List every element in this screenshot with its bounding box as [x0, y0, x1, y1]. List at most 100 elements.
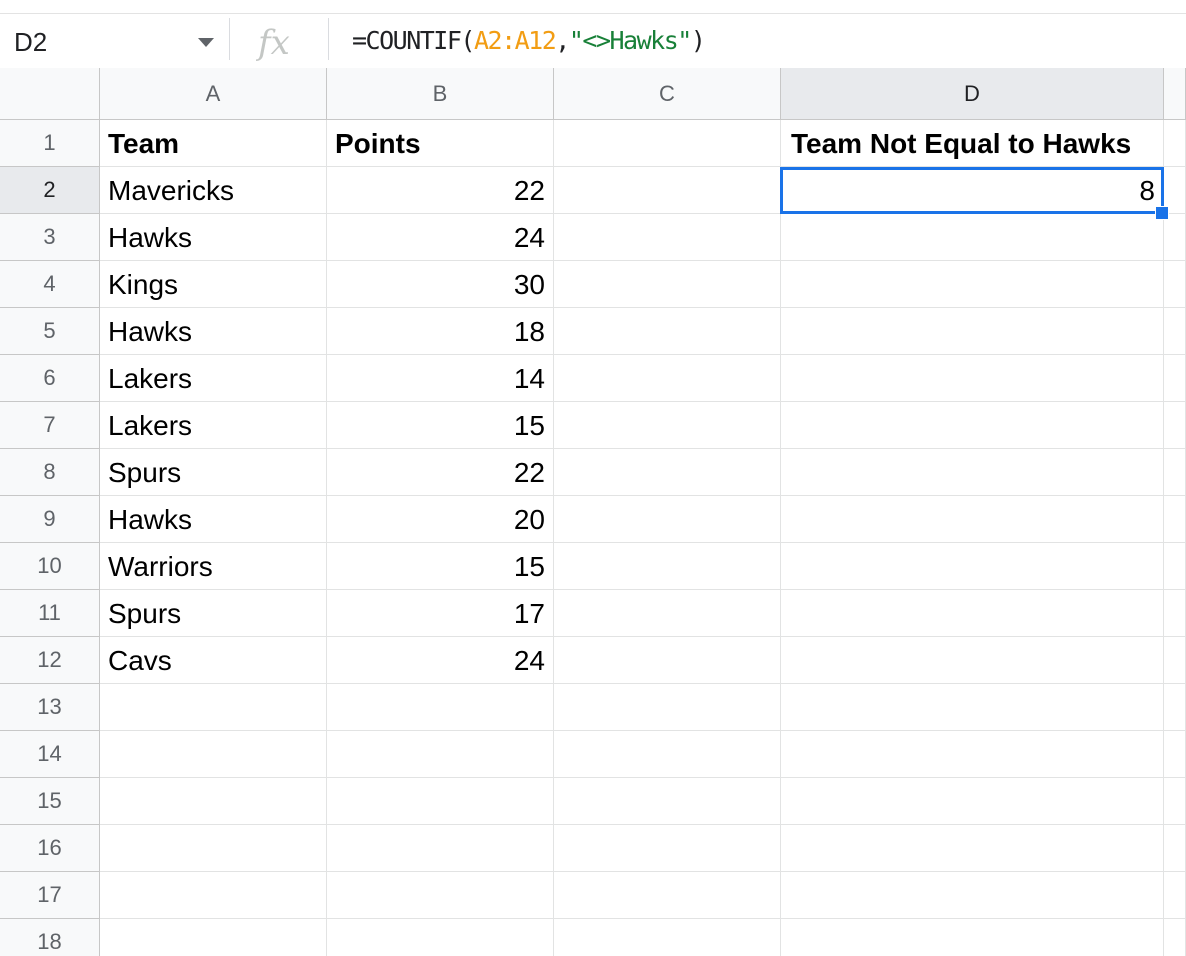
- cell-c7[interactable]: [554, 402, 781, 449]
- cell-b10[interactable]: 15: [327, 543, 554, 590]
- cell-a17[interactable]: [100, 872, 327, 919]
- cell-b9[interactable]: 20: [327, 496, 554, 543]
- cell-c5[interactable]: [554, 308, 781, 355]
- cell-a6[interactable]: Lakers: [100, 355, 327, 402]
- cell-c15[interactable]: [554, 778, 781, 825]
- cell-c13[interactable]: [554, 684, 781, 731]
- cell-b12[interactable]: 24: [327, 637, 554, 684]
- cell-a4[interactable]: Kings: [100, 261, 327, 308]
- cell-c8[interactable]: [554, 449, 781, 496]
- cell-c11[interactable]: [554, 590, 781, 637]
- cell-a1[interactable]: Team: [100, 120, 327, 167]
- cell-b14[interactable]: [327, 731, 554, 778]
- column-header-e[interactable]: [1164, 68, 1186, 120]
- cell-b3[interactable]: 24: [327, 214, 554, 261]
- cell-a8[interactable]: Spurs: [100, 449, 327, 496]
- cell-a11[interactable]: Spurs: [100, 590, 327, 637]
- cell-a12[interactable]: Cavs: [100, 637, 327, 684]
- column-header-c[interactable]: C: [554, 68, 781, 120]
- cell-d9[interactable]: [781, 496, 1164, 543]
- cell-b5[interactable]: 18: [327, 308, 554, 355]
- cell-d15[interactable]: [781, 778, 1164, 825]
- cell-e8[interactable]: [1164, 449, 1186, 496]
- cell-b6[interactable]: 14: [327, 355, 554, 402]
- cell-d1[interactable]: Team Not Equal to Hawks: [781, 120, 1164, 167]
- row-header-1[interactable]: 1: [0, 120, 100, 167]
- cell-b8[interactable]: 22: [327, 449, 554, 496]
- cell-c10[interactable]: [554, 543, 781, 590]
- cell-a7[interactable]: Lakers: [100, 402, 327, 449]
- cell-d11[interactable]: [781, 590, 1164, 637]
- row-header-3[interactable]: 3: [0, 214, 100, 261]
- cell-b13[interactable]: [327, 684, 554, 731]
- row-header-9[interactable]: 9: [0, 496, 100, 543]
- cell-b15[interactable]: [327, 778, 554, 825]
- cell-b17[interactable]: [327, 872, 554, 919]
- cell-b16[interactable]: [327, 825, 554, 872]
- cell-e6[interactable]: [1164, 355, 1186, 402]
- cell-d17[interactable]: [781, 872, 1164, 919]
- cell-a13[interactable]: [100, 684, 327, 731]
- cell-c12[interactable]: [554, 637, 781, 684]
- row-header-4[interactable]: 4: [0, 261, 100, 308]
- cell-b2[interactable]: 22: [327, 167, 554, 214]
- cell-d10[interactable]: [781, 543, 1164, 590]
- cell-e17[interactable]: [1164, 872, 1186, 919]
- cell-e7[interactable]: [1164, 402, 1186, 449]
- row-header-8[interactable]: 8: [0, 449, 100, 496]
- row-header-10[interactable]: 10: [0, 543, 100, 590]
- cell-e3[interactable]: [1164, 214, 1186, 261]
- cell-e16[interactable]: [1164, 825, 1186, 872]
- cell-d7[interactable]: [781, 402, 1164, 449]
- cell-e10[interactable]: [1164, 543, 1186, 590]
- cell-e13[interactable]: [1164, 684, 1186, 731]
- cell-c16[interactable]: [554, 825, 781, 872]
- column-header-a[interactable]: A: [100, 68, 327, 120]
- column-header-b[interactable]: B: [327, 68, 554, 120]
- cell-d6[interactable]: [781, 355, 1164, 402]
- cell-e18[interactable]: [1164, 919, 1186, 956]
- row-header-11[interactable]: 11: [0, 590, 100, 637]
- cell-e9[interactable]: [1164, 496, 1186, 543]
- cell-c6[interactable]: [554, 355, 781, 402]
- row-header-7[interactable]: 7: [0, 402, 100, 449]
- chevron-down-icon[interactable]: [198, 38, 214, 47]
- cell-b11[interactable]: 17: [327, 590, 554, 637]
- cell-a10[interactable]: Warriors: [100, 543, 327, 590]
- cell-d4[interactable]: [781, 261, 1164, 308]
- row-header-13[interactable]: 13: [0, 684, 100, 731]
- row-header-2[interactable]: 2: [0, 167, 100, 214]
- row-header-15[interactable]: 15: [0, 778, 100, 825]
- cell-d5[interactable]: [781, 308, 1164, 355]
- column-header-d[interactable]: D: [781, 68, 1164, 120]
- cell-d14[interactable]: [781, 731, 1164, 778]
- row-header-17[interactable]: 17: [0, 872, 100, 919]
- cell-c4[interactable]: [554, 261, 781, 308]
- row-header-14[interactable]: 14: [0, 731, 100, 778]
- cell-e11[interactable]: [1164, 590, 1186, 637]
- row-header-6[interactable]: 6: [0, 355, 100, 402]
- cell-d8[interactable]: [781, 449, 1164, 496]
- cell-a5[interactable]: Hawks: [100, 308, 327, 355]
- cell-d3[interactable]: [781, 214, 1164, 261]
- cell-e5[interactable]: [1164, 308, 1186, 355]
- name-box[interactable]: D2: [0, 14, 228, 68]
- cell-e12[interactable]: [1164, 637, 1186, 684]
- cell-e4[interactable]: [1164, 261, 1186, 308]
- formula-input[interactable]: =COUNTIF(A2:A12,"<>Hawks"): [352, 26, 706, 55]
- cell-e15[interactable]: [1164, 778, 1186, 825]
- cell-c18[interactable]: [554, 919, 781, 956]
- row-header-12[interactable]: 12: [0, 637, 100, 684]
- cell-a9[interactable]: Hawks: [100, 496, 327, 543]
- cell-b4[interactable]: 30: [327, 261, 554, 308]
- cell-c3[interactable]: [554, 214, 781, 261]
- cell-c1[interactable]: [554, 120, 781, 167]
- cell-e14[interactable]: [1164, 731, 1186, 778]
- cell-c9[interactable]: [554, 496, 781, 543]
- cell-a16[interactable]: [100, 825, 327, 872]
- cell-d13[interactable]: [781, 684, 1164, 731]
- fill-handle[interactable]: [1155, 206, 1169, 220]
- cell-c17[interactable]: [554, 872, 781, 919]
- row-header-16[interactable]: 16: [0, 825, 100, 872]
- cell-a3[interactable]: Hawks: [100, 214, 327, 261]
